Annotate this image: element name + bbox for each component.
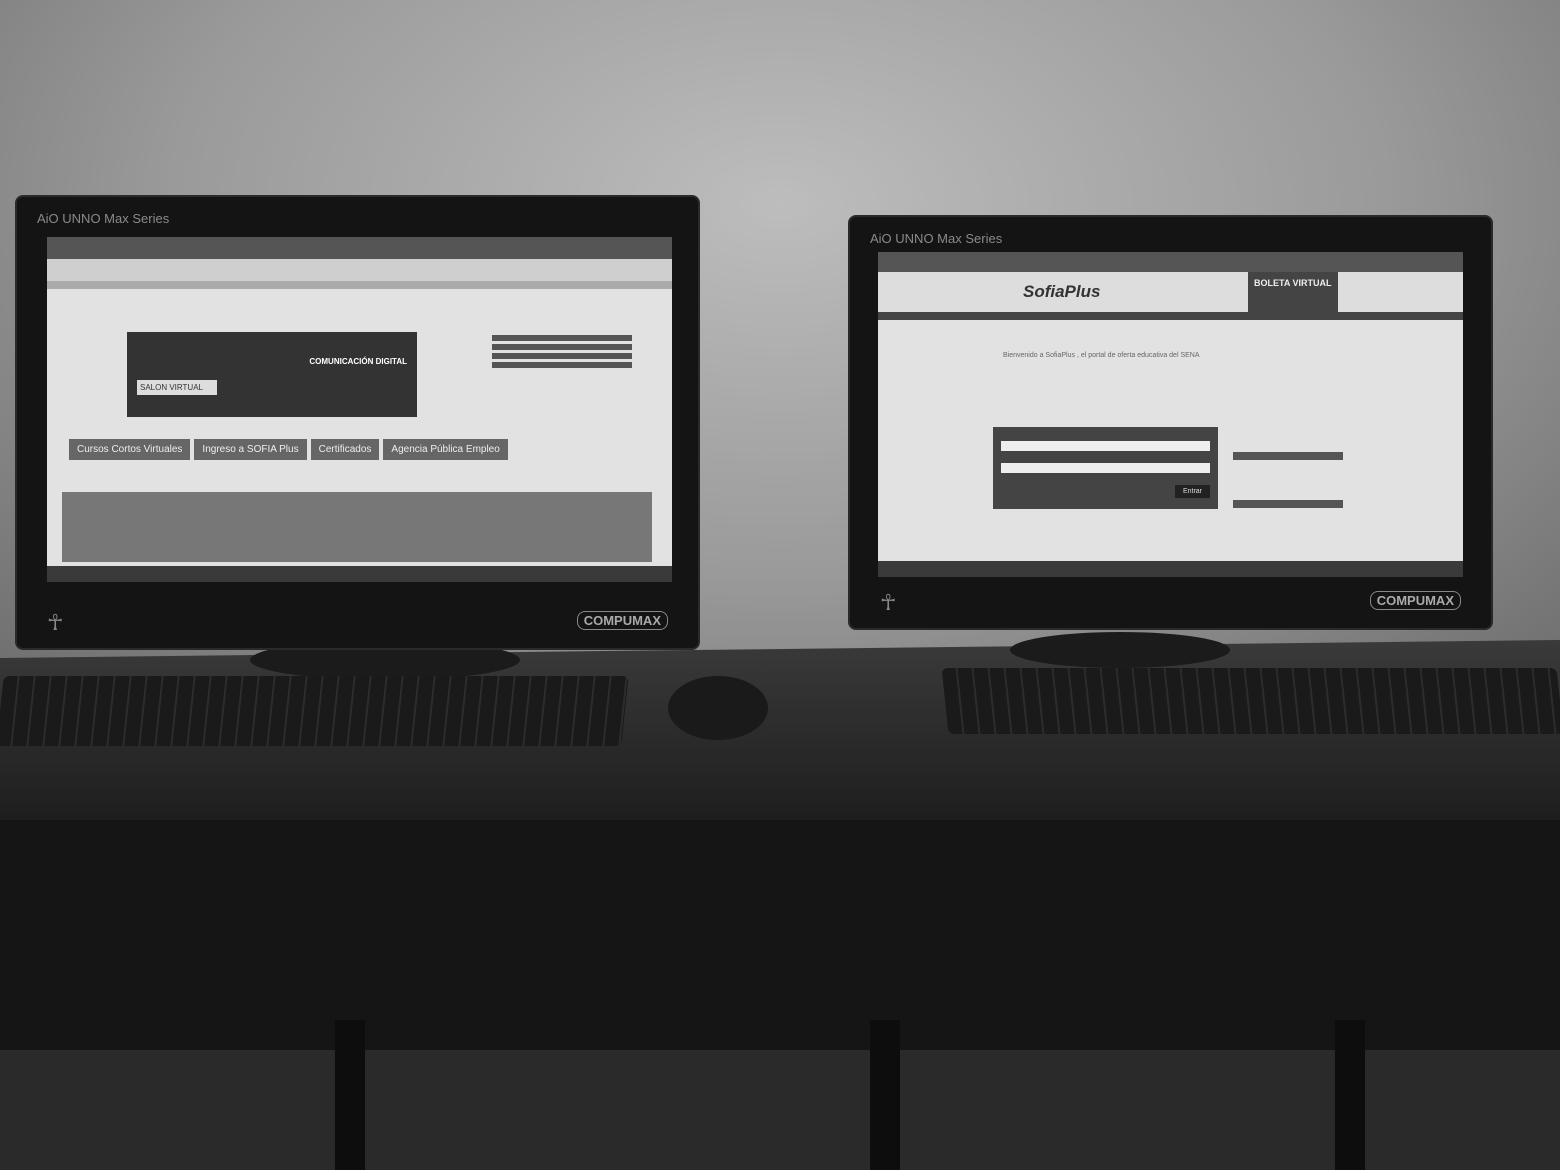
hero-banner[interactable]: SALON VIRTUAL COMUNICACIÓN DIGITAL [127, 332, 417, 417]
login-form: Entrar [993, 427, 1218, 509]
monitor-brand: AiO UNNO Max Series [37, 211, 170, 226]
quick-link[interactable]: Cursos Cortos Virtuales [69, 439, 191, 460]
promo-banner[interactable]: BOLETA VIRTUAL [1248, 272, 1338, 312]
mouse[interactable] [668, 676, 768, 740]
quick-link[interactable]: Ingreso a SOFIA Plus [194, 439, 307, 460]
right-screen: SofiaPlus BOLETA VIRTUAL Bienvenido a So… [878, 252, 1463, 577]
quick-links: Cursos Cortos Virtuales Ingreso a SOFIA P… [67, 437, 510, 462]
side-button[interactable] [1233, 500, 1343, 508]
maker-logo: COMPUMAX [576, 611, 668, 630]
side-menu [492, 332, 632, 371]
right-monitor: AiO UNNO Max Series SofiaPlus BOLETA VIR… [848, 215, 1493, 630]
left-screen: SALON VIRTUAL COMUNICACIÓN DIGITAL Curso… [47, 237, 672, 582]
desk-leg [335, 1020, 365, 1170]
banner-label: SALON VIRTUAL [137, 380, 217, 395]
monitor-stand [1010, 632, 1230, 668]
left-monitor: AiO UNNO Max Series SALON VIRTUAL COMUNI… [15, 195, 700, 650]
desk-leg [870, 1020, 900, 1170]
password-input[interactable] [1001, 463, 1210, 473]
browser-toolbar [47, 237, 672, 259]
browser-toolbar [878, 252, 1463, 272]
keyboard[interactable] [941, 668, 1560, 734]
quick-link[interactable]: Agencia Pública Empleo [383, 439, 508, 460]
nav-bar[interactable] [878, 312, 1463, 320]
banner-title: COMUNICACIÓN DIGITAL [309, 357, 407, 366]
maker-logo: COMPUMAX [1369, 591, 1461, 610]
site-header: SofiaPlus BOLETA VIRTUAL [878, 272, 1463, 312]
site-footer [62, 492, 652, 562]
sofiaplus-logo: SofiaPlus [1023, 282, 1101, 301]
sena-logo-icon: ☥ [47, 610, 64, 635]
username-input[interactable] [1001, 441, 1210, 451]
taskbar[interactable] [878, 561, 1463, 577]
login-button[interactable]: Entrar [1174, 485, 1210, 498]
sena-logo-icon: ☥ [880, 590, 897, 615]
register-button[interactable] [1233, 452, 1343, 460]
desk-leg [1335, 1020, 1365, 1170]
site-header [47, 259, 672, 289]
desk-underside [0, 820, 1560, 1050]
taskbar[interactable] [47, 566, 672, 582]
monitor-brand: AiO UNNO Max Series [870, 231, 1003, 246]
keyboard[interactable] [0, 676, 629, 746]
welcome-text: Bienvenido a SofiaPlus , el portal de of… [1003, 352, 1200, 359]
quick-link[interactable]: Certificados [310, 439, 380, 460]
